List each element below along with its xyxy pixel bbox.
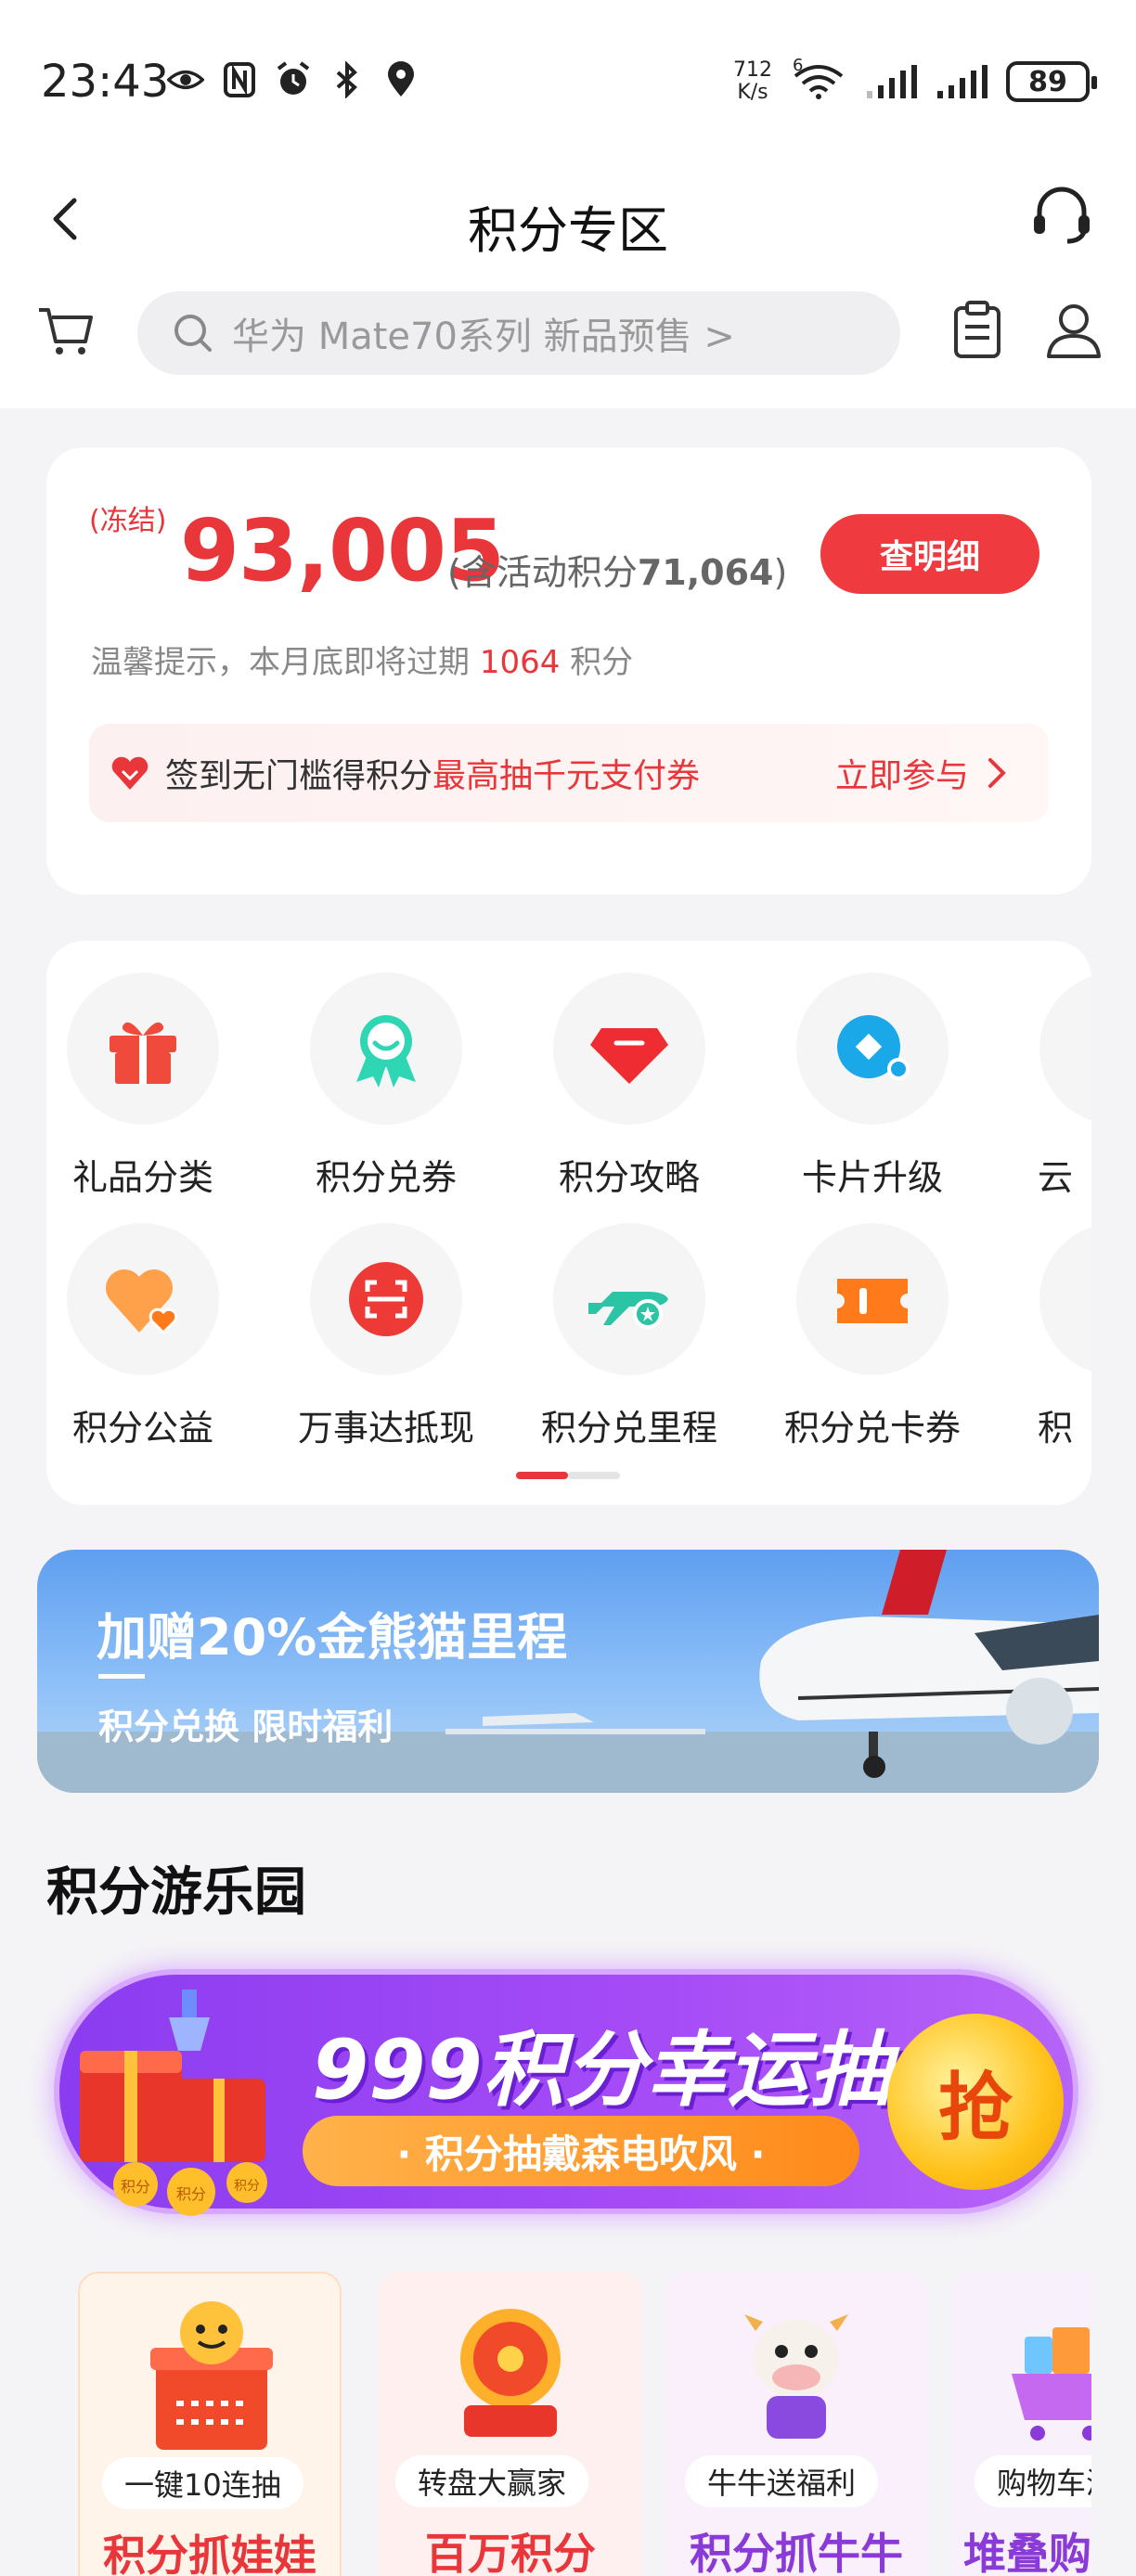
frozen-label: (冻结) — [89, 505, 167, 537]
coin-label: 积分 — [176, 2186, 206, 2203]
signal-icon-2 — [936, 63, 988, 100]
game-card-cow[interactable]: 牛牛送福利 积分抓牛牛 — [665, 2272, 928, 2576]
banner-title: 加赠20%金熊猫里程 — [97, 1608, 568, 1667]
banner-subtitle: 积分兑换 限时福利 — [98, 1707, 394, 1747]
category-gifts[interactable]: 礼品分类 — [46, 972, 254, 1200]
headset-icon — [1034, 187, 1090, 244]
alarm-icon — [275, 61, 312, 98]
page-title: 积分专区 — [468, 201, 668, 260]
points-card: (冻结) 93,005 (含活动积分71,064) 查明细 温馨提示，本月底即将… — [46, 447, 1091, 895]
game-list: 一键10连抽 积分抓娃娃 转盘大赢家 百万积分 牛牛送福利 积分抓牛牛 购物车 … — [78, 2272, 1091, 2576]
game-name: 堆叠购 — [963, 2529, 1091, 2576]
grab-button[interactable]: 抢 — [887, 2014, 1064, 2190]
heart-gem-icon — [111, 756, 148, 790]
game-card-stack[interactable]: 购物车满 堆叠购 — [950, 2272, 1091, 2576]
view-details-button[interactable]: 查明细 — [820, 514, 1039, 594]
gem-icon — [590, 1028, 668, 1084]
page-indicator — [516, 1472, 620, 1479]
scan-icon — [349, 1262, 423, 1336]
badge-icon — [356, 1015, 416, 1088]
category-cloud[interactable]: 云 — [1004, 972, 1091, 1200]
wifi-icon: 6 — [791, 56, 846, 100]
game-tag: 购物车满 — [975, 2455, 1091, 2507]
shopping-cart-icon — [1012, 2327, 1091, 2441]
game-name: 积分抓娃娃 — [103, 2531, 316, 2576]
coin-label: 积分 — [234, 2178, 260, 2193]
account-button[interactable] — [1041, 297, 1106, 362]
category-mastercard[interactable]: 万事达抵现 — [275, 1223, 497, 1450]
ticket-icon — [837, 1279, 908, 1323]
card-icon — [837, 1015, 910, 1080]
game-tag: 一键10连抽 — [102, 2457, 303, 2509]
bluetooth-icon — [329, 61, 366, 98]
signin-text: 签到无门槛得积分 — [165, 757, 433, 795]
nfc-icon — [221, 61, 258, 98]
search-icon — [174, 315, 212, 352]
status-icons — [167, 61, 420, 98]
header: 积分专区 华为 Mate70系列 新品预售 > — [0, 158, 1136, 408]
cart-icon — [39, 308, 93, 354]
user-icon — [1047, 304, 1101, 358]
signin-highlight: 最高抽千元支付券 — [432, 757, 701, 795]
status-bar: 23:43 712 K/s 6 89 — [0, 0, 1136, 158]
category-more[interactable]: 积 — [1004, 1223, 1091, 1450]
status-right: 712 K/s 6 89 — [733, 56, 1097, 104]
net-speed: 712 K/s — [733, 58, 772, 104]
miles-promo-banner[interactable]: 加赠20%金熊猫里程 积分兑换 限时福利 — [37, 1550, 1099, 1793]
eye-icon — [167, 61, 204, 98]
game-name: 积分抓牛牛 — [690, 2529, 903, 2576]
wheel-icon — [460, 2309, 561, 2437]
lucky-draw-subtitle: · 积分抽戴森电吹风 · — [303, 2116, 859, 2186]
clipboard-icon — [954, 301, 1000, 358]
customer-service-button[interactable] — [1025, 178, 1099, 252]
plane-icon — [588, 1292, 668, 1329]
category-miles[interactable]: 积分兑里程 — [518, 1223, 741, 1450]
signal-icon-1 — [865, 63, 917, 100]
category-grid: 礼品分类 积分兑券 积分攻略 卡片升级 云 积分公益 万事达抵现 积分兑里程 积… — [46, 941, 1091, 1505]
game-tag: 牛牛送福利 — [685, 2455, 879, 2507]
heart-icon — [106, 1269, 178, 1335]
wifi-label: 6 — [793, 56, 804, 75]
game-tag: 转盘大赢家 — [395, 2455, 589, 2507]
airplane-image — [37, 1550, 1099, 1793]
signin-promo[interactable]: 签到无门槛得积分 最高抽千元支付券 立即参与 — [89, 724, 1049, 822]
category-vouchers[interactable]: 积分兑卡券 — [761, 1223, 984, 1450]
expiry-tip: 温馨提示，本月底即将过期 1064 积分 — [91, 644, 634, 681]
game-name: 百万积分 — [425, 2529, 596, 2576]
category-coupons[interactable]: 积分兑券 — [275, 972, 497, 1200]
game-card-claw[interactable]: 一键10连抽 积分抓娃娃 — [78, 2272, 342, 2576]
battery-indicator: 89 — [1006, 61, 1097, 102]
join-now-link[interactable]: 立即参与 — [835, 749, 1008, 797]
search-bar[interactable]: 华为 Mate70系列 新品预售 > — [137, 291, 900, 375]
category-guide[interactable]: 积分攻略 — [518, 972, 741, 1200]
section-title: 积分游乐园 — [46, 1862, 306, 1923]
location-icon — [382, 61, 420, 98]
category-card-upgrade[interactable]: 卡片升级 — [761, 972, 984, 1200]
cart-button[interactable] — [33, 297, 98, 362]
game-card-wheel[interactable]: 转盘大赢家 百万积分 — [379, 2272, 642, 2576]
category-charity[interactable]: 积分公益 — [46, 1223, 254, 1450]
orders-button[interactable] — [945, 297, 1010, 362]
cow-icon — [744, 2314, 848, 2439]
search-placeholder: 华为 Mate70系列 新品预售 > — [232, 316, 735, 358]
status-time: 23:43 — [41, 56, 170, 108]
chevron-right-icon — [988, 758, 1006, 788]
gift-boxes-image: 积分 积分 积分 — [80, 1990, 267, 2216]
claw-box-icon — [150, 2301, 273, 2450]
coin-label: 积分 — [121, 2179, 150, 2196]
lucky-draw-banner[interactable]: 积分 积分 积分 999积分幸运抽 · 积分抽戴森电吹风 · 抢 — [43, 1949, 1088, 2236]
activity-points: (含活动积分71,064) — [447, 552, 788, 593]
gift-icon — [110, 1022, 176, 1084]
lucky-draw-title: 999积分幸运抽 — [312, 2022, 891, 2118]
